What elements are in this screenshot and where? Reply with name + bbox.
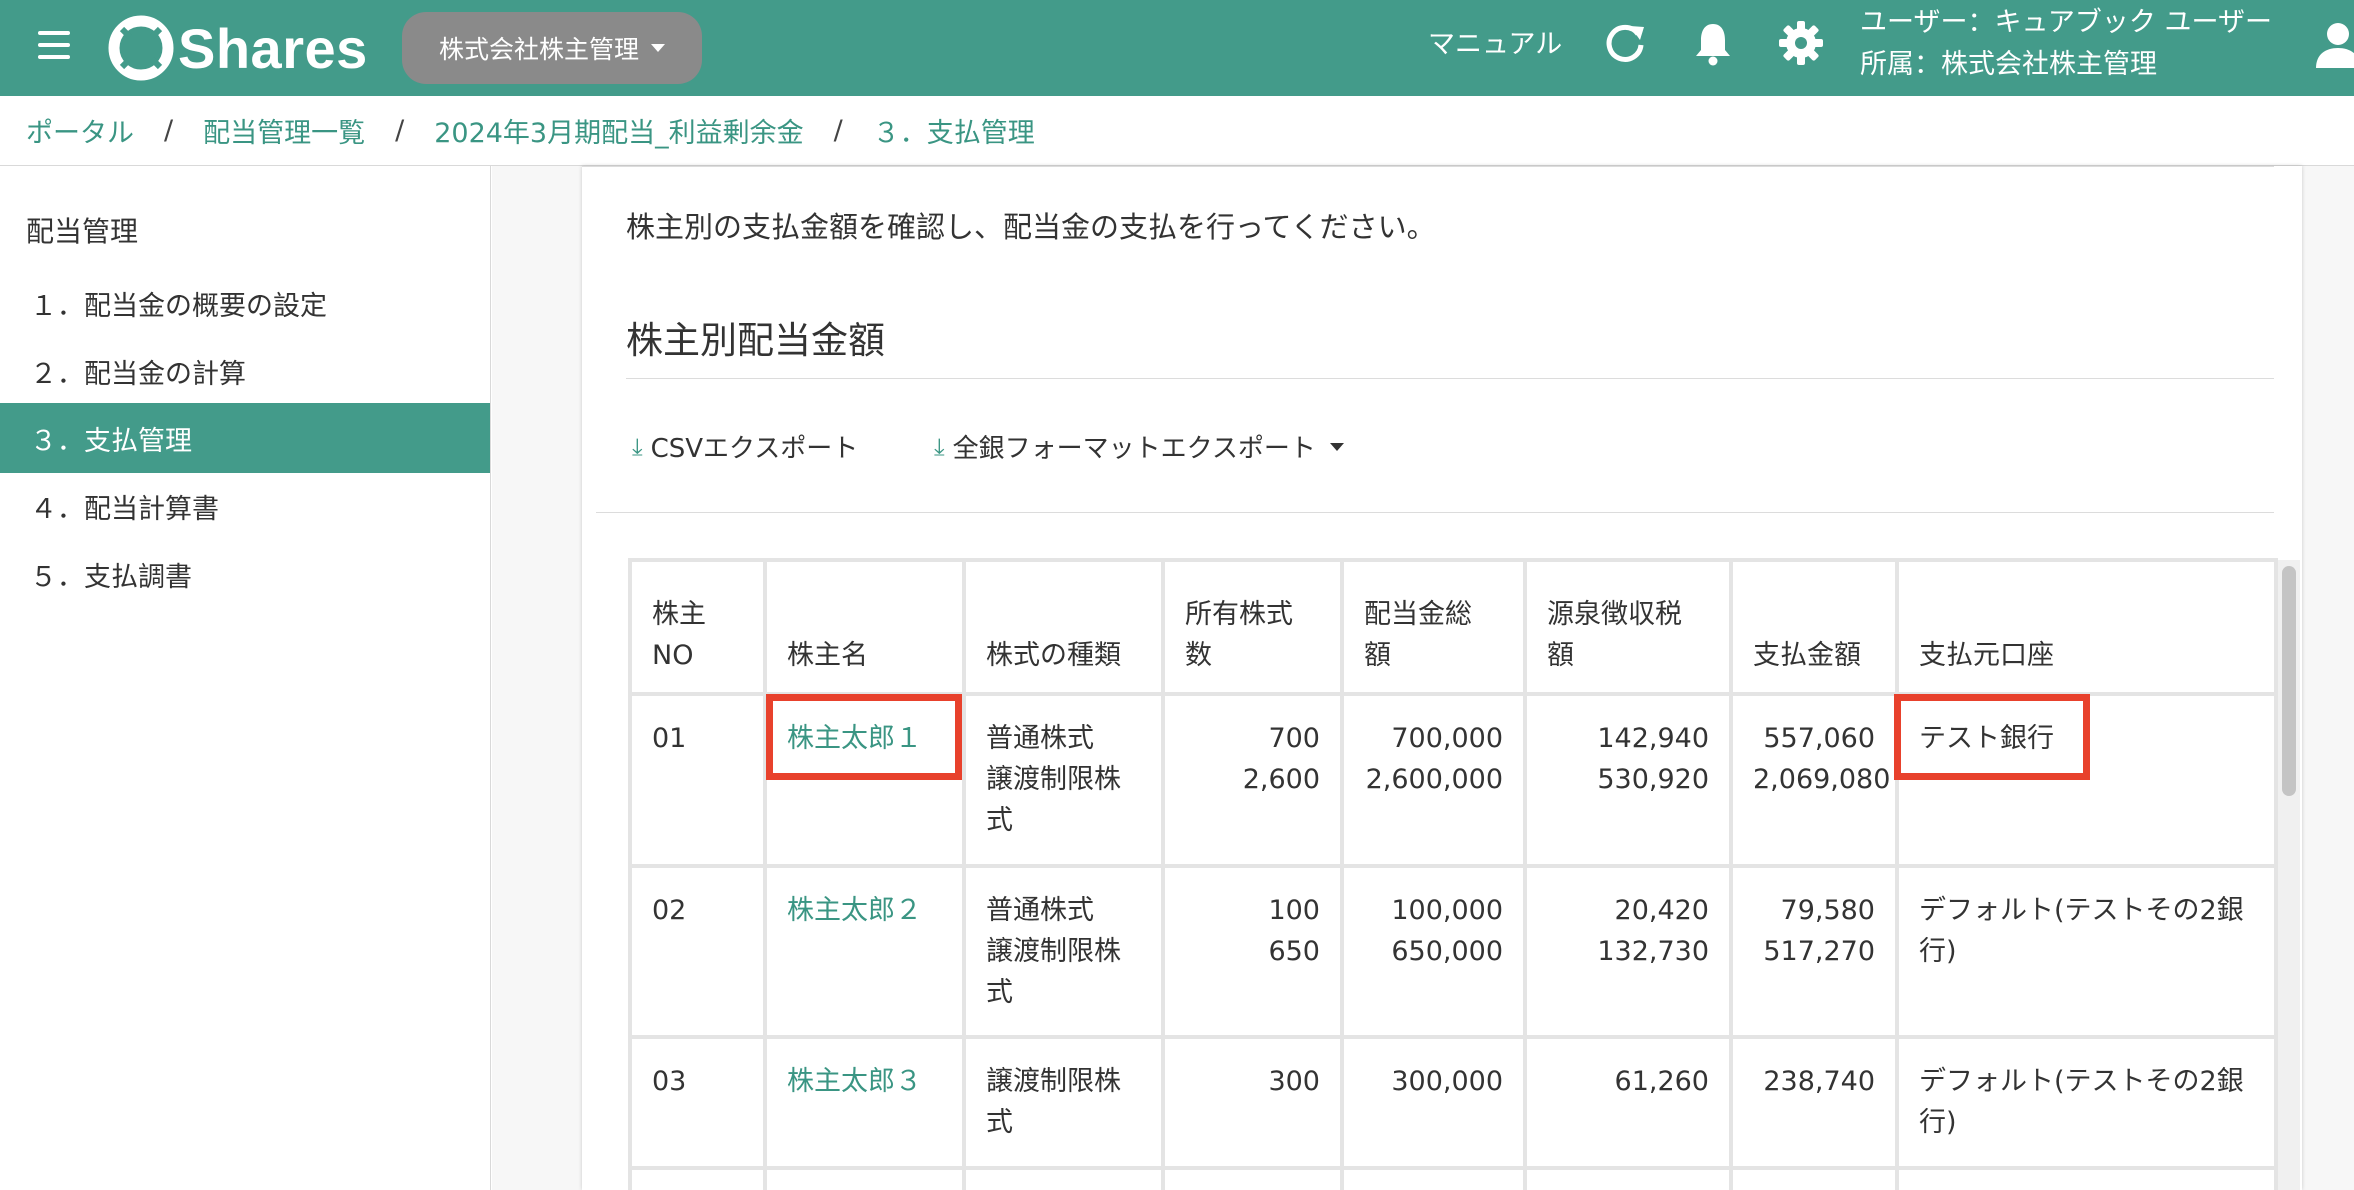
refresh-icon[interactable] <box>1600 18 1650 68</box>
sidebar-item-payment-management[interactable]: ３．支払管理 <box>0 403 490 473</box>
breadcrumb-dividend-period[interactable]: 2024年3月期配当_利益剰余金 <box>434 111 803 150</box>
chevron-down-icon <box>1329 442 1344 451</box>
user-affiliation: 所属：株式会社株主管理 <box>1860 49 2157 80</box>
shareholder-name-link[interactable]: 株主太郎２ <box>787 895 922 926</box>
cell-name: 株主太郎１ <box>763 692 966 868</box>
cell-share-type: 譲渡制限株式 <box>962 1035 1165 1170</box>
table-scrollbar-thumb[interactable] <box>2282 566 2296 796</box>
sidebar-title: 配当管理 <box>26 215 139 248</box>
table-row: 01 株主太郎１ 普通株式 譲渡制限株式 700 2,600 700,000 2,60… <box>628 692 2278 868</box>
cell-shares: 100 650 <box>1161 864 1344 1039</box>
csv-export-button[interactable]: ⤓ CSVエクスポート <box>632 428 858 465</box>
page-description: 株主別の支払金額を確認し、配当金の支払を行ってください。 <box>626 210 1436 244</box>
user-name: ユーザー：キュアブック ユーザー <box>1860 7 2272 38</box>
csv-export-label: CSVエクスポート <box>650 434 859 464</box>
breadcrumb-separator: / <box>395 115 405 146</box>
column-header-no[interactable]: 株主 NO <box>628 558 767 696</box>
cell-withholding-tax: 142,940 530,920 <box>1523 692 1733 868</box>
manual-link[interactable]: マニュアル <box>1428 22 1562 61</box>
cell-shares: 300 <box>1161 1035 1344 1170</box>
sidebar-item-dividend-statement[interactable]: ４．配当計算書 <box>0 471 490 541</box>
cell-payment-amount: 238,740 <box>1729 1035 1899 1170</box>
divider <box>596 512 2274 513</box>
zengin-export-dropdown[interactable]: ⤓ 全銀フォーマットエクスポート <box>934 428 1344 465</box>
column-header-withholding-tax[interactable]: 源泉徴収税額 <box>1523 558 1733 696</box>
cell-name: 株主太郎２ <box>763 864 966 1039</box>
gear-icon[interactable] <box>1776 18 1826 68</box>
logo-text: Shares <box>178 16 368 80</box>
cell-withholding-tax: 61,260 <box>1523 1035 1733 1170</box>
cell-total-dividend: 700,000 2,600,000 <box>1340 692 1527 868</box>
section-title: 株主別配当金額 <box>626 319 885 362</box>
bell-icon[interactable] <box>1688 18 1738 68</box>
column-header-share-type[interactable]: 株式の種類 <box>962 558 1165 696</box>
download-icon: ⤓ <box>632 432 643 461</box>
cell-source-account: テスト銀行 <box>1895 692 2278 868</box>
breadcrumb-separator: / <box>833 115 843 146</box>
dividend-table: 株主 NO 株主名 株式の種類 所有株式数 配当金総額 源泉徴収税額 支払金額 支… <box>628 558 2278 1190</box>
sidebar-item-payment-report[interactable]: ５．支払調書 <box>0 539 490 609</box>
breadcrumb-dividend-list[interactable]: 配当管理一覧 <box>203 111 365 150</box>
user-icon[interactable] <box>2312 18 2354 70</box>
table-row: 03 株主太郎３ 譲渡制限株式 300 300,000 61,260 238,7… <box>628 1035 2278 1170</box>
column-header-name[interactable]: 株主名 <box>763 558 966 696</box>
download-icon: ⤓ <box>934 432 945 461</box>
cell-withholding-tax: 20,420 132,730 <box>1523 864 1733 1039</box>
cell-share-type: 普通株式 譲渡制限株式 <box>962 692 1165 868</box>
breadcrumb: ポータル / 配当管理一覧 / 2024年3月期配当_利益剰余金 / ３．支払管… <box>0 96 2354 166</box>
app-header: Shares 株式会社株主管理 マニュアル ユーザー：キュアブック ユーザー 所… <box>0 0 2354 96</box>
shareholder-name-link[interactable]: 株主太郎１ <box>787 723 922 754</box>
cell-payment-amount: 557,060 2,069,080 <box>1729 692 1899 868</box>
cell-shares: 700 2,600 <box>1161 692 1344 868</box>
breadcrumb-portal[interactable]: ポータル <box>26 111 134 150</box>
user-info: ユーザー：キュアブック ユーザー 所属：株式会社株主管理 <box>1860 2 2272 86</box>
sidebar-item-dividend-calculation[interactable]: ２．配当金の計算 <box>0 336 490 406</box>
cell-source-account: デフォルト(テストその2銀 行) <box>1895 864 2278 1039</box>
column-header-payment-amount[interactable]: 支払金額 <box>1729 558 1899 696</box>
cell-source-account: デフォルト(テストその2銀 行) <box>1895 1035 2278 1170</box>
cell-no: 03 <box>628 1035 767 1170</box>
table-header-row: 株主 NO 株主名 株式の種類 所有株式数 配当金総額 源泉徴収税額 支払金額 支… <box>628 558 2278 696</box>
cell-no: 01 <box>628 692 767 868</box>
cell-total-dividend: 100,000 650,000 <box>1340 864 1527 1039</box>
cell-payment-amount: 79,580 517,270 <box>1729 864 1899 1039</box>
menu-icon[interactable] <box>36 31 72 61</box>
company-name: 株式会社株主管理 <box>438 35 639 64</box>
column-header-source-account[interactable]: 支払元口座 <box>1895 558 2278 696</box>
cell-total-dividend: 300,000 <box>1340 1035 1527 1170</box>
column-header-shares[interactable]: 所有株式数 <box>1161 558 1344 696</box>
sidebar: 配当管理 １．配当金の概要の設定 ２．配当金の計算 ３．支払管理 ４．配当計算書… <box>0 166 491 1190</box>
dividend-table-container: 株主 NO 株主名 株式の種類 所有株式数 配当金総額 源泉徴収税額 支払金額 支… <box>628 558 2280 1190</box>
table-row <box>628 1166 2278 1190</box>
divider <box>626 378 2274 379</box>
sidebar-item-overview-settings[interactable]: １．配当金の概要の設定 <box>0 268 490 338</box>
app-logo[interactable]: Shares <box>108 10 368 86</box>
table-row: 02 株主太郎２ 普通株式 譲渡制限株式 100 650 100,000 650,00… <box>628 864 2278 1039</box>
divider <box>582 166 2274 167</box>
cell-name: 株主太郎３ <box>763 1035 966 1170</box>
column-header-total-dividend[interactable]: 配当金総額 <box>1340 558 1527 696</box>
breadcrumb-separator: / <box>164 115 174 146</box>
company-selector[interactable]: 株式会社株主管理 <box>402 12 702 84</box>
shareholder-name-link[interactable]: 株主太郎３ <box>787 1066 922 1097</box>
zengin-export-label: 全銀フォーマットエクスポート <box>952 434 1316 464</box>
lifebuoy-logo-icon <box>108 15 174 81</box>
breadcrumb-payment-management[interactable]: ３．支払管理 <box>873 111 1035 150</box>
cell-no: 02 <box>628 864 767 1039</box>
chevron-down-icon <box>651 44 665 52</box>
cell-share-type: 普通株式 譲渡制限株式 <box>962 864 1165 1039</box>
